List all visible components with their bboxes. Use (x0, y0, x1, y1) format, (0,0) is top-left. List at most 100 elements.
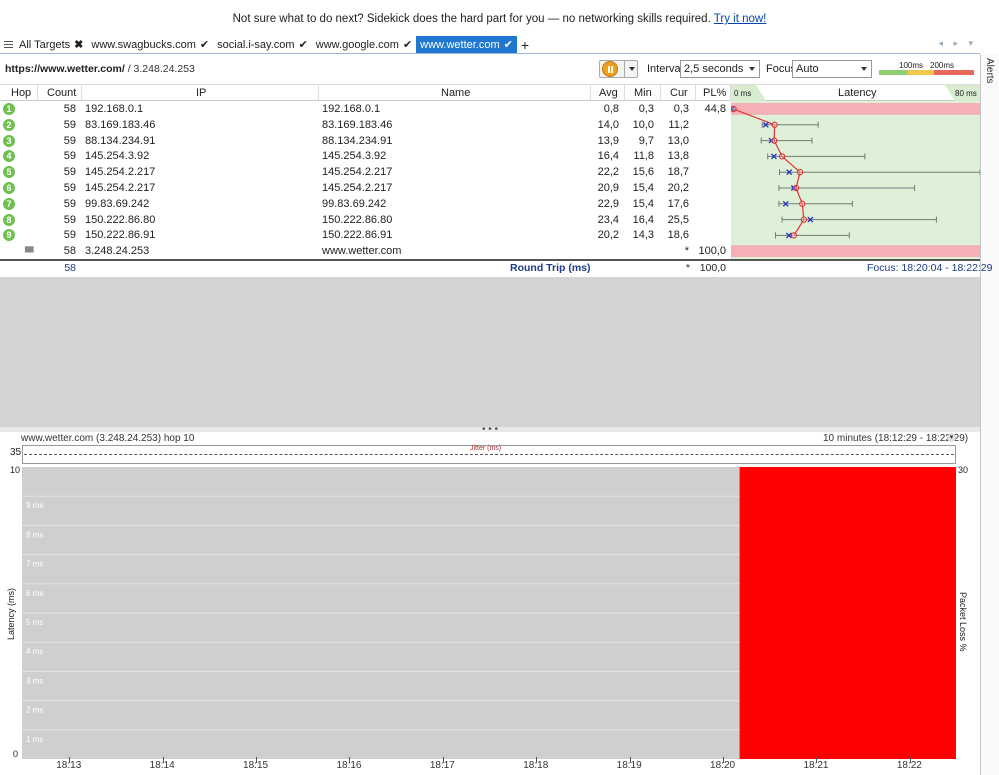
cell-ip: 145.254.2.217 (85, 166, 156, 179)
x-tick-label: 18:20 (710, 760, 736, 771)
y-axis-min: 0 (13, 749, 19, 759)
tab-google[interactable]: www.google.com ✔ (312, 36, 416, 53)
cell-name: 150.222.86.91 (322, 229, 393, 242)
jitter-line (24, 454, 954, 455)
try-it-now-link[interactable]: Try it now! (714, 13, 767, 25)
latency-header-bg (731, 85, 980, 101)
tab-label: www.swagbucks.com (91, 38, 196, 51)
hop-number-badge: 3 (3, 134, 15, 147)
cell-ip: 88.134.234.91 (85, 134, 156, 147)
cell-count: 59 (63, 166, 76, 179)
packet-loss-bar (739, 467, 956, 759)
focus-select[interactable]: Auto (792, 60, 872, 78)
cell-avg: 22,9 (597, 197, 619, 210)
add-tab-button[interactable]: + (517, 36, 533, 53)
avg-point (799, 200, 806, 207)
col-name[interactable]: Name (441, 87, 470, 99)
cell-min: 15,6 (632, 166, 654, 179)
table-row[interactable]: ▮▮▮ 58 3.248.24.253 www.wetter.com * 100,0 (0, 243, 730, 259)
avg-point (771, 137, 778, 144)
cell-min: 9,7 (638, 134, 654, 147)
col-min[interactable]: Min (634, 87, 652, 99)
tab-all-targets[interactable]: All Targets ✖ (0, 36, 87, 53)
y-tick-label: 1 ms (26, 735, 43, 744)
cell-cur: 18,7 (667, 166, 689, 179)
y-tick-label: 4 ms (26, 647, 43, 656)
menu-icon[interactable] (4, 41, 13, 48)
legend-100ms: 100ms (899, 61, 924, 70)
y-tick-label: 2 ms (26, 706, 43, 715)
tab-wetter[interactable]: www.wetter.com ✔ (416, 36, 517, 53)
table-row[interactable]: 6 59 145.254.2.217 145.254.2.217 20,9 15,4 20,… (0, 180, 730, 196)
pause-icon[interactable] (602, 61, 618, 77)
y-axis-max: 10 (10, 465, 21, 475)
cell-avg: 0,8 (603, 103, 619, 115)
cell-ip: 150.222.86.80 (85, 213, 156, 226)
cell-cur: 11,2 (668, 118, 689, 131)
check-icon[interactable]: ✔ (504, 38, 513, 51)
loss-band (731, 103, 980, 115)
interval-label: Interval (647, 63, 684, 75)
cell-count: 59 (63, 182, 76, 194)
jitter-label: Jitter (ms) (470, 445, 502, 452)
pause-dropdown-icon[interactable] (624, 61, 638, 77)
cell-count: 59 (63, 134, 76, 147)
col-ip[interactable]: IP (196, 87, 206, 99)
table-row[interactable]: 3 59 88.134.234.91 88.134.234.91 13,9 9,7 13,0 (0, 133, 730, 149)
latency-scale-max: 80 ms (955, 89, 977, 98)
table-row[interactable]: 9 59 150.222.86.91 150.222.86.91 20,2 14,3 18,… (0, 227, 730, 243)
tab-swagbucks[interactable]: www.swagbucks.com ✔ (87, 36, 213, 53)
latency-timeline-chart[interactable]: 1 ms 2 ms 3 ms 4 ms 5 ms 6 ms 7 ms 8 ms 9 ms (22, 467, 956, 759)
bar-chart-icon: ▮▮▮ (24, 245, 34, 255)
table-row[interactable]: 1 58 192.168.0.1 192.168.0.1 0,8 0,3 0,3 44,8 (0, 101, 730, 117)
cell-avg: 16,4 (597, 150, 619, 163)
latency-mini-chart (731, 101, 980, 259)
table-row[interactable]: 7 59 99.83.69.242 99.83.69.242 22,9 15,4 17,6 (0, 196, 730, 212)
y-tick-label: 9 ms (26, 501, 43, 510)
tab-i-say[interactable]: social.i-say.com ✔ (213, 36, 312, 53)
close-icon[interactable]: ✖ (74, 38, 83, 51)
col-pl[interactable]: PL% (703, 87, 726, 99)
col-count[interactable]: Count (47, 87, 76, 99)
cell-count: 59 (63, 118, 76, 131)
check-icon[interactable]: ✔ (200, 38, 209, 51)
cell-min: 14,3 (632, 229, 654, 242)
plus-icon[interactable]: + (521, 37, 529, 53)
alerts-sidebar[interactable]: Alerts (980, 54, 999, 775)
check-icon[interactable]: ✔ (403, 38, 412, 51)
y-axis-title: Latency (ms) (6, 587, 16, 640)
timeline-header: www.wetter.com (3.248.24.253) hop 10 10 … (0, 432, 980, 444)
avg-point (792, 184, 800, 192)
x-tick-label: 18:19 (616, 760, 642, 771)
interval-select[interactable]: 2,5 seconds (680, 60, 760, 78)
hop-number-badge: 9 (3, 229, 15, 242)
x-tick-label: 18:13 (56, 760, 82, 771)
cell-count: 59 (63, 229, 76, 242)
table-row[interactable]: 2 59 83.169.183.46 83.169.183.46 14,0 10,0 11,… (0, 117, 730, 133)
table-row[interactable]: 4 59 145.254.3.92 145.254.3.92 16,4 11,8 13,8 (0, 148, 730, 164)
cell-count: 59 (63, 213, 76, 226)
cell-avg: 14,0 (597, 118, 619, 131)
hop-number-badge: 5 (3, 166, 15, 179)
cell-pl: 100,0 (698, 245, 726, 258)
col-cur[interactable]: Cur (670, 87, 688, 99)
table-row[interactable]: 5 59 145.254.2.217 145.254.2.217 22,2 15,6 18,… (0, 164, 730, 180)
table-row[interactable]: 8 59 150.222.86.80 150.222.86.80 23,4 16,4 25,… (0, 212, 730, 228)
tab-label: All Targets (19, 38, 71, 51)
cell-name: www.wetter.com (322, 245, 402, 258)
latency-legend-bar (879, 70, 974, 75)
round-trip-row: 58 Round Trip (ms) * 100,0 Focus: 18:20:… (0, 259, 993, 276)
y-tick-label: 8 ms (26, 530, 43, 539)
chevron-down-icon[interactable]: ▾ (947, 433, 956, 442)
cell-name: 145.254.2.217 (322, 166, 393, 179)
tab-label: www.google.com (315, 38, 399, 51)
x-tick-label: 18:17 (429, 760, 455, 771)
tab-label: social.i-say.com (217, 38, 295, 51)
hop-number-badge: 6 (3, 182, 15, 194)
col-hop[interactable]: Hop (11, 87, 31, 99)
tab-scroll-arrows[interactable]: ◂ ▸ ▾ (938, 38, 977, 49)
cell-name: 145.254.2.217 (322, 182, 393, 194)
col-avg[interactable]: Avg (599, 87, 618, 99)
check-icon[interactable]: ✔ (299, 38, 308, 51)
cell-ip: 3.248.24.253 (85, 245, 150, 258)
